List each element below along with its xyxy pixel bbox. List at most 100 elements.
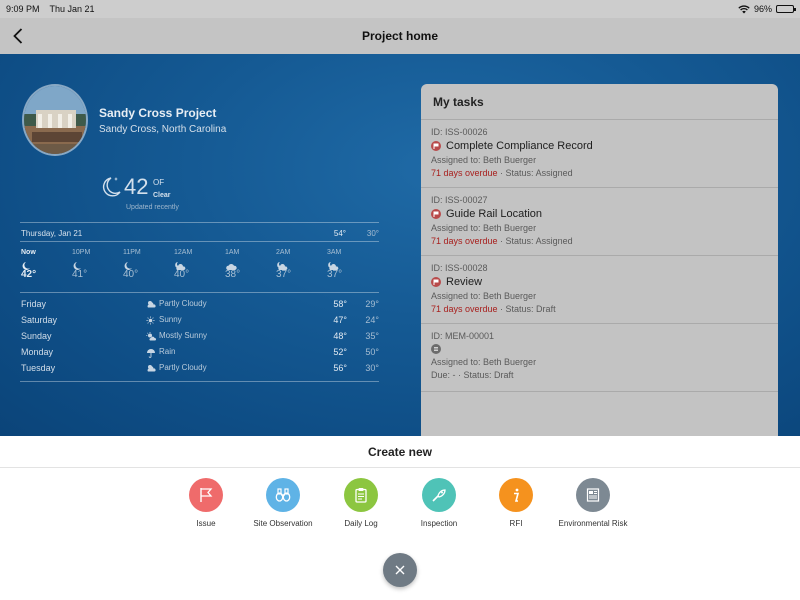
project-avatar [22,84,88,156]
today-high: 54° [333,229,346,238]
day-high: 48° [333,331,347,341]
today-low: 30° [366,229,379,238]
task-id: ID: ISS-00027 [431,195,488,205]
back-button[interactable] [8,24,28,48]
day-condition: Mostly Sunny [159,331,208,340]
task-overdue: 71 days overdue [431,168,498,178]
sun-icon [146,316,155,325]
info-icon [514,488,520,502]
day-low: 50° [365,347,379,357]
current-condition: Clear [153,192,171,199]
hour-temperature: 42° [21,269,37,280]
hourly-forecast-item: 12AM 40° [174,249,210,280]
create-environmental-risk-button[interactable]: Environmental Risk [558,478,628,529]
hour-label: 3AM [327,249,342,256]
task-assignee: Assigned to: Beth Buerger [431,223,537,233]
task-assignee: Assigned to: Beth Buerger [431,357,537,367]
status-time: 9:09 PM [6,4,40,14]
inspection-icon [432,489,446,502]
create-item-label: Inspection [420,519,458,528]
daily-forecast-row: Friday Partly Cloudy 58° 29° [21,299,381,313]
day-low: 35° [365,331,379,341]
today-label: Thursday, Jan 21 [21,229,83,238]
task-id: ID: ISS-00028 [431,263,488,273]
day-low: 30° [365,363,379,373]
status-bar: 9:09 PM Thu Jan 21 96% [0,0,800,18]
daily-forecast-row: Monday Rain 52° 50° [21,347,381,361]
hour-label: 2AM [276,249,291,256]
hour-label: 1AM [225,249,240,256]
create-daily-log-button[interactable]: Daily Log [326,478,396,529]
battery-percent: 96% [753,4,772,14]
issue-badge-icon [431,209,441,219]
create-item-label: RFI [509,519,523,528]
wifi-icon [738,4,750,13]
hourly-forecast-item: 2AM 37° [276,249,312,280]
moon-stars-icon [102,177,121,197]
flag-icon [200,488,213,502]
daily-forecast-row: Saturday Sunny 47° 24° [21,315,381,329]
temperature-unit: OF [153,178,165,187]
task-item[interactable]: ID: MEM-00001 Assigned to: Beth Buerger … [421,324,778,392]
my-tasks-panel: My tasks ID: ISS-00026 Complete Complian… [421,84,778,436]
task-title: Review [446,276,483,288]
task-status: · Status: Draft [497,304,556,314]
create-item-label: Issue [196,519,216,528]
day-name: Sunday [21,331,52,341]
issue-badge-icon [431,277,441,287]
divider [20,222,379,223]
mostly-sunny-icon [146,332,156,341]
day-name: Saturday [21,315,58,325]
day-name: Monday [21,347,54,357]
task-status: · Status: Assigned [497,168,573,178]
day-condition: Partly Cloudy [159,363,207,372]
close-button[interactable] [383,553,417,587]
task-item[interactable]: ID: ISS-00026 Complete Compliance Record… [421,120,778,188]
create-item-label: Daily Log [344,519,378,528]
day-low: 24° [365,315,379,325]
project-location: Sandy Cross, North Carolina [99,124,227,135]
task-assignee: Assigned to: Beth Buerger [431,291,537,301]
day-condition: Rain [159,347,176,356]
daily-forecast-row: Sunday Mostly Sunny 48° 35° [21,331,381,345]
task-overdue: 71 days overdue [431,304,498,314]
day-name: Friday [21,299,47,309]
status-date: Thu Jan 21 [49,4,95,14]
day-high: 47° [333,315,347,325]
rain-icon [147,349,155,358]
hourly-forecast-item: 3AM 37° [327,249,363,280]
task-title: Complete Compliance Record [446,140,593,152]
hour-temperature: 40° [174,269,190,280]
day-name: Tuesday [21,363,56,373]
task-status: Due: - · Status: Draft [431,370,514,380]
my-tasks-title: My tasks [421,84,778,120]
hour-temperature: 40° [123,269,139,280]
close-icon [395,565,405,575]
create-rfi-button[interactable]: RFI [481,478,551,529]
hourly-forecast-item: 11PM 40° [123,249,159,280]
create-inspection-button[interactable]: Inspection [404,478,474,529]
hourly-forecast-item: 10PM 41° [72,249,108,280]
task-item[interactable]: ID: ISS-00027 Guide Rail Location Assign… [421,188,778,256]
clipboard-icon [355,488,367,503]
create-issue-button[interactable]: Issue [171,478,241,529]
hour-label: Now [21,249,36,256]
document-icon [586,488,600,502]
day-high: 58° [333,299,347,309]
daily-forecast-row: Tuesday Partly Cloudy 56° 30° [21,363,381,377]
day-low: 29° [365,299,379,309]
task-overdue: 71 days overdue [431,236,498,246]
create-item-label: Site Observation [253,519,313,528]
hour-temperature: 37° [276,269,292,280]
task-item[interactable]: ID: ISS-00028 Review Assigned to: Beth B… [421,256,778,324]
current-temperature: 42 [124,174,149,199]
project-name: Sandy Cross Project [99,106,217,120]
day-condition: Sunny [159,315,182,324]
hourly-forecast-item: 1AM 38° [225,249,261,280]
issue-badge-icon [431,141,441,151]
chevron-left-icon [13,28,23,44]
create-site-observation-button[interactable]: Site Observation [248,478,318,529]
hour-temperature: 41° [72,269,88,280]
hour-label: 12AM [174,249,193,256]
divider [20,292,379,293]
